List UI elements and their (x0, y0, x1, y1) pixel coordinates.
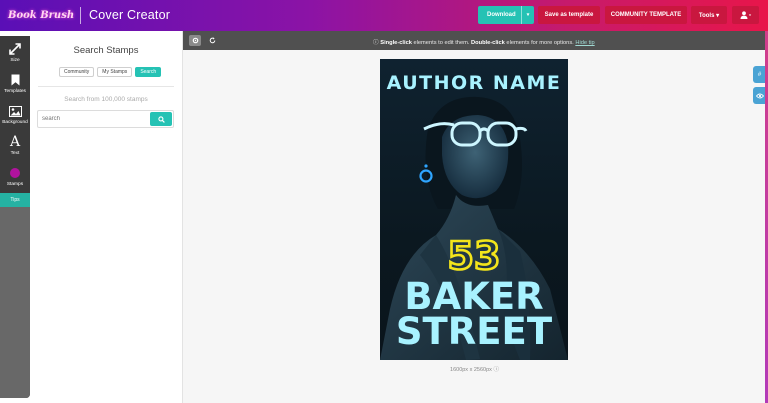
community-template-button[interactable]: COMMUNITY TEMPLATE (605, 6, 687, 24)
search-icon (157, 115, 165, 123)
canvas-size-text: 1600px x 2560px (450, 367, 492, 373)
tip-text-1: elements to edit them. (411, 40, 472, 46)
rail-label: Size (10, 58, 20, 63)
hide-tip-link[interactable]: Hide tip (575, 40, 594, 46)
tab-search[interactable]: Search (135, 67, 162, 77)
tip-bold-single: Single-click (380, 40, 412, 46)
download-label: Download (487, 12, 516, 18)
left-tool-rail: Size Templates Background A Text Stamps … (0, 36, 30, 398)
user-menu-button[interactable] (732, 6, 759, 24)
tip-text-2: elements for more options. (504, 40, 576, 46)
rail-item-templates[interactable]: Templates (0, 69, 30, 99)
tools-menu-button[interactable]: Tools ▾ (691, 6, 727, 24)
panel-title: Search Stamps (73, 45, 139, 56)
refresh-button[interactable] (206, 35, 218, 46)
stamp-icon (10, 168, 20, 178)
tip-bold-double: Double-click (471, 40, 505, 46)
book-brush-logo[interactable]: Book Brush (8, 5, 74, 25)
tab-community[interactable]: Community (59, 67, 95, 77)
user-icon (740, 11, 751, 19)
header-divider (80, 7, 81, 24)
rail-lower-area (0, 207, 30, 398)
refresh-icon (209, 37, 215, 44)
rail-item-stamps[interactable]: Stamps (0, 162, 30, 192)
tips-button[interactable]: Tips (0, 193, 30, 207)
search-hint: Search from 100,000 stamps (64, 96, 148, 103)
text-a-icon: A (9, 134, 21, 150)
chevron-down-icon[interactable]: ▾ (521, 6, 534, 24)
app-header: Book Brush Cover Creator Download ▾ Save… (0, 0, 768, 31)
save-as-template-button[interactable]: Save as template (538, 6, 600, 24)
rail-label: Text (10, 151, 20, 156)
resize-arrows-icon (9, 43, 21, 55)
canvas-size-label: 1600px x 2560px ⓘ (183, 365, 766, 373)
gear-icon (192, 37, 198, 44)
image-icon (8, 105, 22, 117)
download-button[interactable]: Download ▾ (478, 6, 534, 24)
tab-my-stamps[interactable]: My Stamps (97, 67, 133, 77)
logo-text: Book Brush (8, 10, 75, 21)
rail-item-size[interactable]: Size (0, 38, 30, 68)
stamp-source-tabs: Community My Stamps Search (59, 67, 162, 77)
search-stamps-panel: Search Stamps Community My Stamps Search… (30, 36, 182, 403)
cover-author-text[interactable]: AUTHOR NAME (387, 72, 562, 94)
cover-number-text[interactable]: 53 (446, 233, 501, 280)
settings-button[interactable] (189, 35, 201, 46)
canvas-workspace: ⓘ Single-click elements to edit them. Do… (182, 31, 766, 403)
search-button[interactable] (150, 112, 172, 126)
stamp-search-input[interactable] (38, 111, 150, 127)
panel-divider (38, 86, 174, 87)
editing-tip: ⓘ Single-click elements to edit them. Do… (373, 37, 595, 46)
book-cover-canvas[interactable]: AUTHOR NAME 53 BAKER STREET (380, 59, 568, 360)
rail-item-text[interactable]: A Text (0, 131, 30, 161)
app-title: Cover Creator (89, 8, 171, 22)
rail-label: Background (2, 120, 28, 125)
canvas-toolbar: ⓘ Single-click elements to edit them. Do… (183, 31, 766, 50)
bookmark-icon (11, 74, 19, 86)
cover-title-line2[interactable]: STREET (396, 310, 553, 353)
rail-label: Templates (4, 89, 26, 94)
eye-icon (755, 93, 764, 98)
rail-item-background[interactable]: Background (0, 100, 30, 130)
stamp-search-box (37, 110, 174, 128)
rail-label: Stamps (6, 182, 24, 187)
cover-artwork: AUTHOR NAME 53 BAKER STREET (380, 59, 568, 360)
info-icon[interactable]: ⓘ (493, 367, 499, 373)
